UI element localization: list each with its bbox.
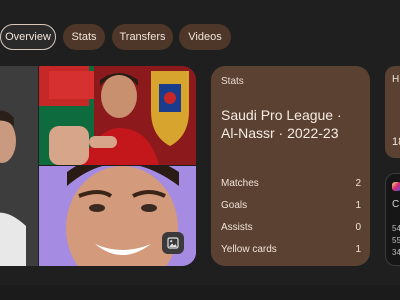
stat-row-goals: Goals 1 bbox=[221, 200, 361, 216]
stat-value: 1 bbox=[355, 244, 361, 255]
stat-value: 1 bbox=[355, 200, 361, 211]
stat-label: Goals bbox=[221, 200, 248, 211]
social-card-label: C bbox=[392, 199, 400, 210]
stat-label: Yellow cards bbox=[221, 244, 277, 255]
history-card[interactable]: H 18 bbox=[385, 66, 400, 158]
instagram-icon bbox=[392, 182, 400, 191]
chip-overview[interactable]: Overview bbox=[0, 24, 56, 50]
stat-row-yellow-cards: Yellow cards 1 bbox=[221, 244, 361, 260]
bottom-divider bbox=[0, 285, 400, 300]
social-line: 55 bbox=[392, 236, 400, 245]
photo-left[interactable] bbox=[0, 66, 38, 266]
stat-label: Matches bbox=[221, 178, 259, 189]
view-images-button[interactable] bbox=[162, 232, 184, 254]
chip-transfers[interactable]: Transfers bbox=[112, 24, 173, 50]
social-line: 34 bbox=[392, 248, 400, 257]
history-card-value: 18 bbox=[392, 136, 400, 148]
photo-portugal-jersey[interactable] bbox=[39, 66, 196, 165]
knowledge-panel: Overview Stats Transfers Videos Stats Sa… bbox=[0, 0, 400, 300]
stat-row-assists: Assists 0 bbox=[221, 222, 361, 238]
chip-videos[interactable]: Videos bbox=[179, 24, 231, 50]
stat-value: 0 bbox=[355, 222, 361, 233]
history-card-label: H bbox=[392, 74, 400, 85]
stat-row-matches: Matches 2 bbox=[221, 178, 361, 194]
stats-card[interactable]: Stats Saudi Pro League · Al-Nassr · 2022… bbox=[211, 66, 370, 266]
social-card[interactable]: C 54 55 34 bbox=[385, 173, 400, 266]
social-line: 54 bbox=[392, 224, 400, 233]
stats-card-header: Stats bbox=[221, 76, 244, 87]
image-icon bbox=[167, 237, 179, 249]
stats-card-title: Saudi Pro League · Al-Nassr · 2022-23 bbox=[221, 107, 342, 141]
stat-label: Assists bbox=[221, 222, 253, 233]
stat-value: 2 bbox=[355, 178, 361, 189]
photo-top-image bbox=[39, 66, 196, 165]
chip-stats[interactable]: Stats bbox=[63, 24, 105, 50]
photo-left-image bbox=[0, 66, 38, 266]
